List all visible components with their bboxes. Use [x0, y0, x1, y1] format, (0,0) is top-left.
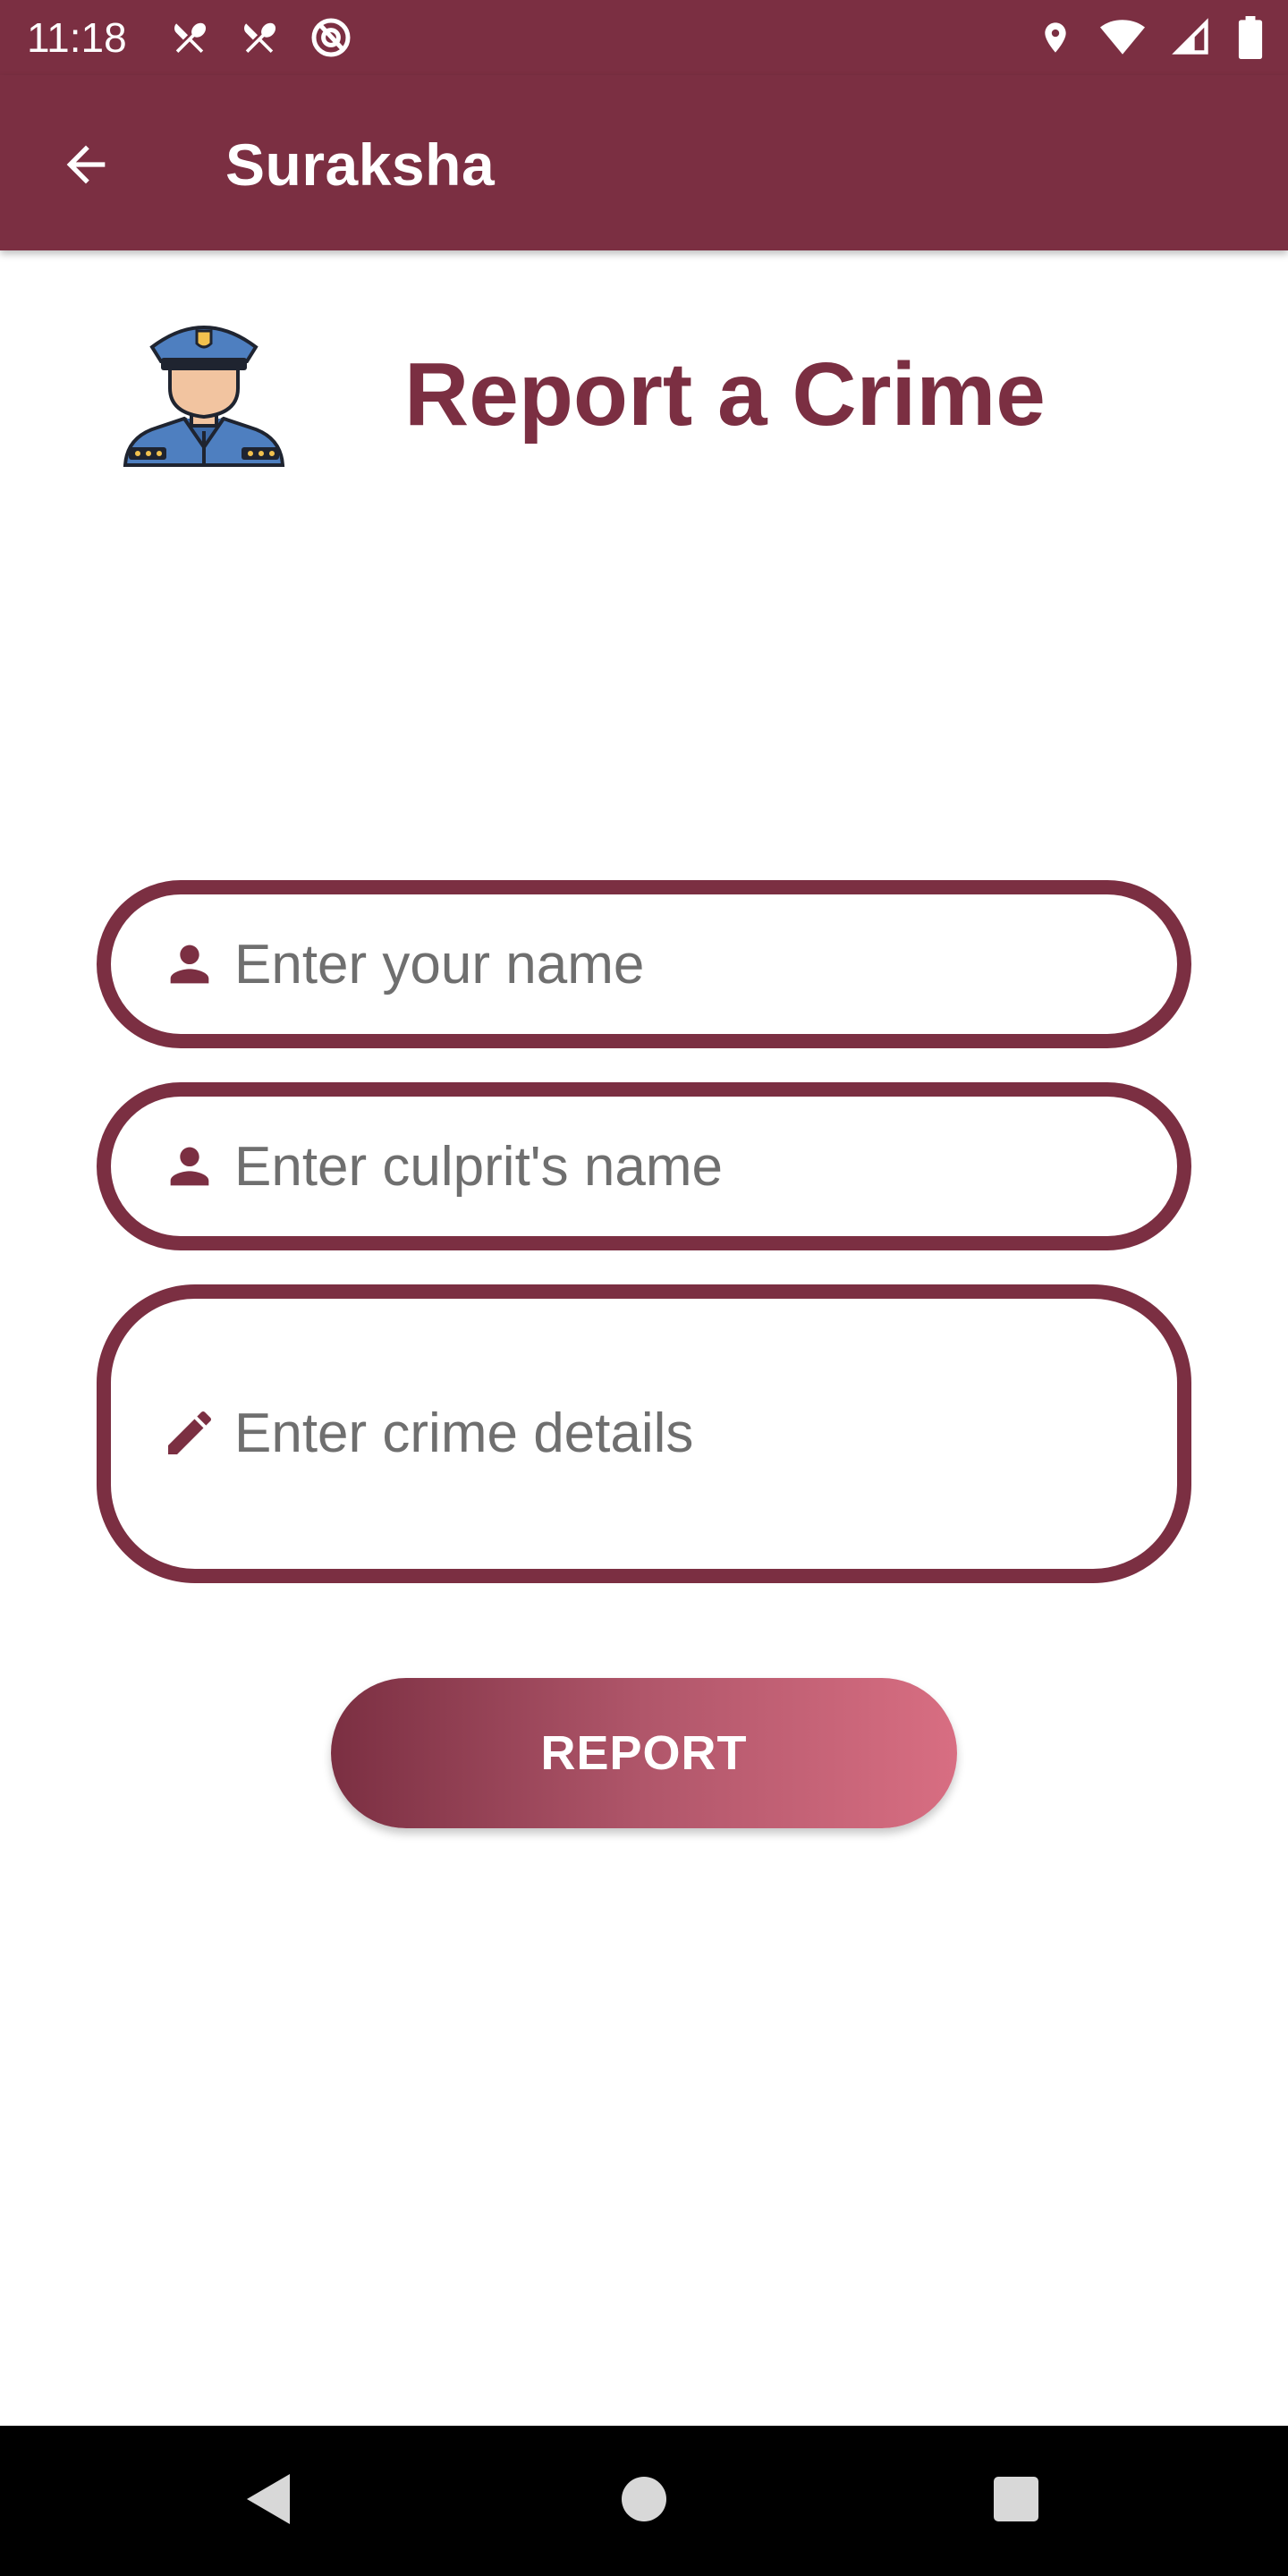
person-icon	[161, 1138, 218, 1195]
nav-recents-icon	[992, 2475, 1040, 2528]
culprit-name-input[interactable]	[234, 1131, 1141, 1202]
police-officer-icon	[122, 313, 286, 470]
status-system-icons	[1038, 16, 1263, 59]
status-time: 11:18	[27, 14, 127, 61]
app-bar: Suraksha	[0, 75, 1288, 250]
status-notification-icons	[170, 18, 352, 57]
nav-home-button[interactable]	[615, 2472, 673, 2529]
nav-back-button[interactable]	[240, 2472, 297, 2529]
navigation-bar	[0, 2426, 1288, 2576]
status-bar: 11:18	[0, 0, 1288, 75]
crime-details-field[interactable]	[97, 1284, 1191, 1583]
page-title: Report a Crime	[404, 344, 1046, 445]
no-location-icon	[309, 16, 352, 59]
wifi-icon	[1100, 18, 1145, 57]
nav-back-icon	[243, 2472, 293, 2530]
restaurant-icon	[240, 18, 279, 57]
culprit-name-field[interactable]	[97, 1082, 1191, 1250]
arrow-back-icon	[57, 136, 114, 198]
back-button[interactable]	[47, 127, 125, 206]
app-title: Suraksha	[225, 131, 496, 198]
nav-recents-button[interactable]	[987, 2472, 1045, 2529]
report-button[interactable]: REPORT	[331, 1678, 957, 1828]
name-input[interactable]	[234, 928, 1141, 1000]
location-pin-icon	[1038, 18, 1073, 57]
pencil-icon	[161, 1404, 218, 1462]
restaurant-icon	[170, 18, 209, 57]
crime-details-input[interactable]	[234, 1397, 1141, 1469]
name-field[interactable]	[97, 880, 1191, 1048]
battery-icon	[1238, 16, 1263, 59]
cell-signal-icon	[1172, 18, 1211, 57]
nav-home-icon	[620, 2475, 668, 2528]
person-icon	[161, 936, 218, 993]
